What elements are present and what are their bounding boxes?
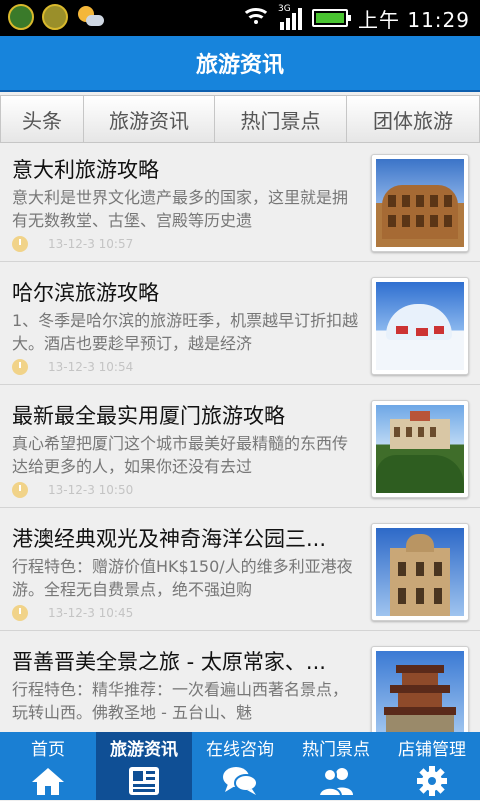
ice-sculpture-photo	[376, 282, 464, 370]
clock-icon	[12, 482, 28, 498]
signal-icon: 3G	[278, 4, 302, 30]
status-time: 上午 11:29	[358, 7, 470, 32]
article-thumbnail	[371, 646, 469, 732]
news-icon	[126, 765, 162, 797]
article-title: 哈尔滨旅游攻略	[12, 281, 159, 305]
tab-group-tours[interactable]: 团体旅游	[347, 95, 480, 143]
app-notification-icon	[8, 4, 34, 30]
pagoda-photo	[376, 651, 464, 732]
nav-label: 在线咨询	[206, 740, 274, 760]
colosseum-photo	[376, 159, 464, 247]
article-title: 晋善晋美全景之旅 - 太原常家、...	[12, 650, 326, 674]
nav-travel-news[interactable]: 旅游资讯	[96, 732, 192, 800]
tab-headlines[interactable]: 头条	[0, 95, 84, 143]
article-thumbnail	[371, 523, 469, 621]
weather-icon	[76, 4, 104, 30]
nav-online-consult[interactable]: 在线咨询	[192, 732, 288, 800]
article-summary: 1、冬季是哈尔滨的旅游旺季，机票越早订折扣越大。酒店也要趁早预订，越是经济	[12, 311, 359, 353]
notification-icons	[8, 4, 104, 30]
article-summary: 行程特色：精华推荐：一次看遍山西著名景点，玩转山西。佛教圣地 - 五台山、魅	[12, 680, 349, 722]
home-icon	[30, 765, 66, 797]
article-thumbnail	[371, 277, 469, 375]
clock-icon	[12, 236, 28, 252]
gear-icon	[414, 765, 450, 797]
article-time: 13-12-3 10:50	[48, 483, 134, 497]
bottom-nav: 首页 旅游资讯 在线咨询 热门景点 店铺管理	[0, 732, 480, 800]
list-item[interactable]: 港澳经典观光及神奇海洋公园三... 行程特色：赠游价值HK$150/人的维多利亚…	[0, 517, 480, 631]
battery-icon	[312, 9, 351, 27]
list-item[interactable]: 意大利旅游攻略 意大利是世界文化遗产最多的国家，这里就是拥有无数教堂、古堡、宫殿…	[0, 148, 480, 262]
app-notification-icon-2	[42, 4, 68, 30]
article-summary: 行程特色：赠游价值HK$150/人的维多利亚港夜游。全程无自费景点，绝不强迫购	[12, 557, 353, 599]
nav-store-management[interactable]: 店铺管理	[384, 732, 480, 800]
list-item[interactable]: 晋善晋美全景之旅 - 太原常家、... 行程特色：精华推荐：一次看遍山西著名景点…	[0, 640, 480, 732]
page-title: 旅游资讯	[195, 53, 284, 78]
people-icon	[317, 765, 354, 797]
article-thumbnail	[371, 154, 469, 252]
tab-hot-spots[interactable]: 热门景点	[215, 95, 347, 143]
article-summary: 真心希望把厦门这个城市最美好最精髓的东西传达给更多的人，如果你还没有去过	[12, 434, 349, 476]
network-type: 3G	[278, 4, 291, 14]
status-bar: 3G 上午 11:29	[0, 0, 480, 36]
list-item[interactable]: 最新最全最实用厦门旅游攻略 真心希望把厦门这个城市最美好最精髓的东西传达给更多的…	[0, 394, 480, 508]
xiamen-building-photo	[376, 405, 464, 493]
category-tabs: 头条 旅游资讯 热门景点 团体旅游	[0, 95, 480, 143]
tab-travel-news[interactable]: 旅游资讯	[84, 95, 215, 143]
nav-label: 热门景点	[302, 740, 370, 760]
nav-hot-spots[interactable]: 热门景点	[288, 732, 384, 800]
clock-icon	[12, 359, 28, 375]
article-title: 意大利旅游攻略	[12, 158, 159, 182]
article-list: 意大利旅游攻略 意大利是世界文化遗产最多的国家，这里就是拥有无数教堂、古堡、宫殿…	[0, 148, 480, 732]
nav-label: 首页	[31, 740, 65, 760]
article-time: 13-12-3 10:45	[48, 606, 134, 620]
clock-icon	[12, 605, 28, 621]
article-time: 13-12-3 10:54	[48, 360, 134, 374]
article-title: 港澳经典观光及神奇海洋公园三...	[12, 527, 327, 551]
nav-label: 旅游资讯	[110, 740, 178, 760]
list-item[interactable]: 哈尔滨旅游攻略 1、冬季是哈尔滨的旅游旺季，机票越早订折扣越大。酒店也要趁早预订…	[0, 271, 480, 385]
article-thumbnail	[371, 400, 469, 498]
title-bar: 旅游资讯	[0, 36, 480, 92]
chat-icon	[222, 765, 258, 797]
article-summary: 意大利是世界文化遗产最多的国家，这里就是拥有无数教堂、古堡、宫殿等历史遗	[12, 188, 349, 230]
nav-home[interactable]: 首页	[0, 732, 96, 800]
nav-label: 店铺管理	[398, 740, 466, 760]
article-title: 最新最全最实用厦门旅游攻略	[12, 404, 285, 428]
macau-ruins-photo	[376, 528, 464, 616]
article-time: 13-12-3 10:57	[48, 237, 134, 251]
wifi-icon	[241, 6, 271, 30]
